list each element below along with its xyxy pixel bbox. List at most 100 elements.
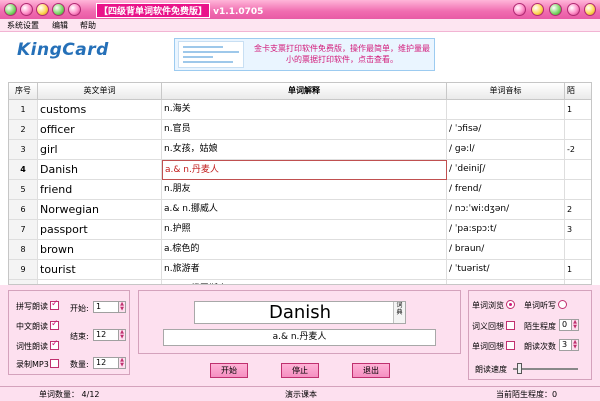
word-cell[interactable]: passport <box>38 220 162 240</box>
row-number[interactable]: 1 <box>9 100 38 120</box>
meaning-cell[interactable]: a.& n.挪威人 <box>162 200 447 220</box>
table-row[interactable]: 7 passport n.护照 / ˈpa:spɔ:t/3 <box>9 220 591 240</box>
row-number[interactable]: 4 <box>9 160 38 180</box>
col-header-no[interactable]: 序号 <box>9 83 38 100</box>
unfamiliar-cell[interactable] <box>565 160 591 180</box>
end-stepper[interactable]: 12 ▲ ▼ <box>93 329 126 341</box>
menu-item-help[interactable]: 帮助 <box>80 20 96 31</box>
record-icon[interactable] <box>52 3 65 16</box>
pin-icon[interactable] <box>20 3 33 16</box>
table-row[interactable]: 6 Norwegian a.& n.挪威人 / nɔ:ˈwi:dʒən/2 <box>9 200 591 220</box>
table-row[interactable]: 4 Danish a.& n.丹麦人 / ˈdeiniʃ/ <box>9 160 591 180</box>
col-header-phonetic[interactable]: 单词音标 <box>447 83 565 100</box>
tray-button[interactable] <box>531 3 544 16</box>
col-header-word[interactable]: 英文单词 <box>38 83 162 100</box>
phonetic-cell[interactable]: / frend/ <box>447 180 565 200</box>
row-number[interactable]: 3 <box>9 140 38 160</box>
row-number[interactable]: 6 <box>9 200 38 220</box>
row-number[interactable]: 2 <box>9 120 38 140</box>
table-row[interactable]: 1 customs n.海关 1 <box>9 100 591 120</box>
minimize-button[interactable] <box>513 3 526 16</box>
unfamiliar-cell[interactable] <box>565 120 591 140</box>
word-cell[interactable]: girl <box>38 140 162 160</box>
phonetic-cell[interactable]: / gə:l/ <box>447 140 565 160</box>
row-number[interactable]: 9 <box>9 260 38 280</box>
phonetic-cell[interactable]: / nɔ:ˈwi:dʒən/ <box>447 200 565 220</box>
read-speed-slider[interactable] <box>513 368 578 370</box>
unfamiliar-level-stepper[interactable]: 0 ▲ ▼ <box>559 319 579 331</box>
unfamiliar-cell[interactable]: 2 <box>565 200 591 220</box>
chinese-read-checkbox[interactable] <box>50 319 59 330</box>
sound-icon[interactable] <box>36 3 49 16</box>
stop-button[interactable]: 停止 <box>281 363 319 378</box>
status-unfamiliar: 当前陌生程度：0 <box>496 390 558 399</box>
word-cell[interactable]: officer <box>38 120 162 140</box>
start-stepper[interactable]: 1 ▲ ▼ <box>93 301 126 313</box>
phonetic-cell[interactable]: / ˈpa:spɔ:t/ <box>447 220 565 240</box>
stepper-arrows-icon[interactable]: ▲ ▼ <box>118 358 125 368</box>
spell-read-checkbox[interactable] <box>50 299 59 310</box>
phonetic-cell[interactable]: / ˈɔfisə/ <box>447 120 565 140</box>
settings-icon[interactable] <box>68 3 81 16</box>
phonetic-cell[interactable]: / ˈdeiniʃ/ <box>447 160 565 180</box>
meaning-cell[interactable]: n.护照 <box>162 220 447 240</box>
table-row[interactable]: 3 girl n.女孩，姑娘 / gə:l/-2 <box>9 140 591 160</box>
count-stepper[interactable]: 12 ▲ ▼ <box>93 357 126 369</box>
word-recall-checkbox[interactable] <box>506 341 515 350</box>
close-button[interactable] <box>567 3 580 16</box>
meaning-cell[interactable]: a.& n.丹麦人 <box>162 160 447 180</box>
unfamiliar-cell[interactable]: 1 <box>565 260 591 280</box>
meaning-cell[interactable]: n.女孩，姑娘 <box>162 140 447 160</box>
ad-text[interactable]: 金卡支票打印软件免费版，操作最简单，维护量最小的票据打印软件，点击查看。 <box>251 43 433 65</box>
dictionary-button[interactable]: 词典 <box>393 302 405 323</box>
word-cell[interactable]: customs <box>38 100 162 120</box>
phonetic-cell[interactable]: / ˈtuərist/ <box>447 260 565 280</box>
stepper-arrows-icon[interactable]: ▲ ▼ <box>118 302 125 312</box>
meaning-cell[interactable]: n.朋友 <box>162 180 447 200</box>
app-icon[interactable] <box>4 3 17 16</box>
row-number[interactable]: 8 <box>9 240 38 260</box>
meaning-cell[interactable]: a.棕色的 <box>162 240 447 260</box>
menu-item-edit[interactable]: 编辑 <box>52 20 68 31</box>
table-row[interactable]: 8 brown a.棕色的 / braun/ <box>9 240 591 260</box>
word-cell[interactable]: brown <box>38 240 162 260</box>
col-header-unfamiliar[interactable]: 陌 <box>565 83 591 100</box>
meaning-cell[interactable]: n.旅游者 <box>162 260 447 280</box>
stepper-arrows-icon[interactable]: ▲ ▼ <box>571 320 578 330</box>
row-number[interactable]: 5 <box>9 180 38 200</box>
read-speed-slider-thumb[interactable] <box>517 363 522 374</box>
table-row[interactable]: 5 friend n.朋友 / frend/ <box>9 180 591 200</box>
unfamiliar-cell[interactable] <box>565 240 591 260</box>
unfamiliar-cell[interactable] <box>565 180 591 200</box>
phonetic-cell[interactable]: / braun/ <box>447 240 565 260</box>
unfamiliar-cell[interactable]: -2 <box>565 140 591 160</box>
phonetic-read-checkbox[interactable] <box>50 339 59 350</box>
unfamiliar-cell[interactable]: 1 <box>565 100 591 120</box>
read-times-stepper[interactable]: 3 ▲ ▼ <box>559 339 579 351</box>
phonetic-cell[interactable] <box>447 100 565 120</box>
record-mp3-checkbox[interactable] <box>50 359 59 368</box>
word-cell[interactable]: friend <box>38 180 162 200</box>
meaning-cell[interactable]: n.官员 <box>162 120 447 140</box>
col-header-meaning[interactable]: 单词解释 <box>162 83 447 100</box>
row-number[interactable]: 7 <box>9 220 38 240</box>
start-value: 1 <box>96 302 102 311</box>
word-cell[interactable]: tourist <box>38 260 162 280</box>
menu-item-settings[interactable]: 系统设置 <box>7 20 39 31</box>
word-cell[interactable]: Norwegian <box>38 200 162 220</box>
stepper-arrows-icon[interactable]: ▲ ▼ <box>118 330 125 340</box>
table-row[interactable]: 2 officer n.官员 / ˈɔfisə/ <box>9 120 591 140</box>
dictation-radio[interactable] <box>558 300 567 309</box>
stepper-arrows-icon[interactable]: ▲ ▼ <box>571 340 578 350</box>
table-row[interactable]: 9 tourist n.旅游者 / ˈtuərist/1 <box>9 260 591 280</box>
help-button[interactable] <box>584 3 596 16</box>
meaning-cell[interactable]: n.海关 <box>162 100 447 120</box>
exit-button[interactable]: 退出 <box>352 363 390 378</box>
start-button[interactable]: 开始 <box>210 363 248 378</box>
browse-radio[interactable] <box>506 300 515 309</box>
maximize-button[interactable] <box>549 3 562 16</box>
meaning-recall-checkbox[interactable] <box>506 321 515 330</box>
word-cell[interactable]: Danish <box>38 160 162 180</box>
ad-banner[interactable]: 金卡支票打印软件免费版，操作最简单，维护量最小的票据打印软件，点击查看。 <box>174 38 435 71</box>
unfamiliar-cell[interactable]: 3 <box>565 220 591 240</box>
